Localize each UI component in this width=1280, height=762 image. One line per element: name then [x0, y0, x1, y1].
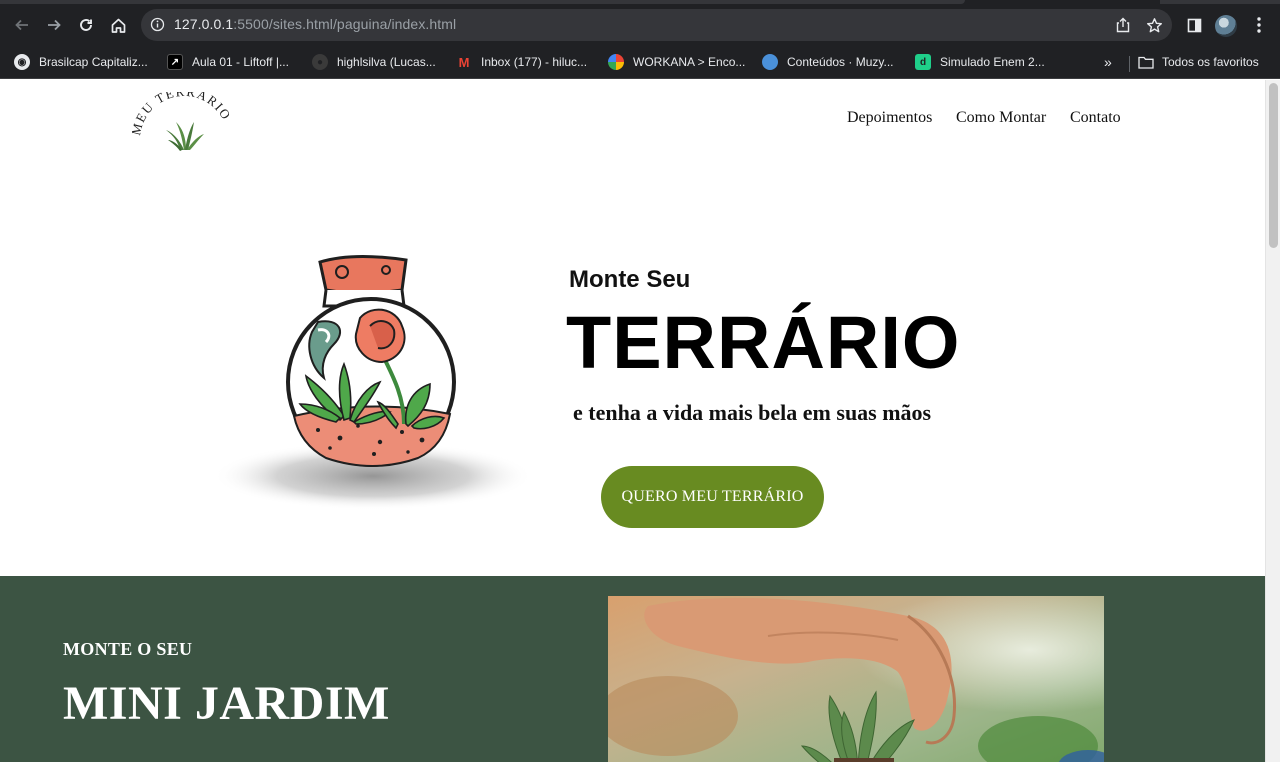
logo-text: MEU TERRÁRIO	[128, 84, 233, 137]
bookmark-label: Aula 01 - Liftoff |...	[192, 55, 289, 69]
bookmarks-divider	[1129, 56, 1130, 72]
back-button[interactable]	[7, 10, 37, 40]
bookmark-item[interactable]: ↗ Aula 01 - Liftoff |...	[167, 52, 289, 72]
url-text[interactable]: 127.0.0.1:5500/sites.html/paguina/index.…	[174, 16, 456, 32]
simulado-icon: d	[915, 54, 931, 70]
bookmarks-bar: ◉ Brasilcap Capitaliz... ↗ Aula 01 - Lif…	[0, 48, 1280, 76]
bookmark-star-icon[interactable]	[1145, 16, 1163, 34]
cta-button[interactable]: QUERO MEU TERRÁRIO	[601, 466, 824, 528]
workana-icon	[608, 54, 624, 70]
bookmark-label: Inbox (177) - hiluc...	[481, 55, 588, 69]
more-bookmarks-chevron-icon[interactable]: »	[1104, 54, 1112, 70]
bookmark-item[interactable]: M Inbox (177) - hiluc...	[456, 52, 587, 72]
profile-avatar[interactable]	[1215, 15, 1237, 37]
back-arrow-icon	[15, 19, 28, 31]
url-path: :5500/sites.html/paguina/index.html	[233, 16, 457, 32]
nav-como-montar[interactable]: Como Montar	[956, 109, 1046, 127]
browser-toolbar: 127.0.0.1:5500/sites.html/paguina/index.…	[0, 6, 1280, 44]
more-vert-icon	[1257, 17, 1261, 33]
home-button[interactable]	[103, 10, 133, 40]
bookmark-label: Todos os favoritos	[1162, 55, 1259, 69]
bookmark-label: WORKANA > Enco...	[633, 55, 746, 69]
nav-contato[interactable]: Contato	[1070, 109, 1121, 127]
plant-logo-icon	[166, 122, 204, 151]
folder-icon	[1138, 54, 1154, 70]
hero-kicker: Monte Seu	[569, 266, 691, 293]
section-title: MINI JARDIM	[63, 677, 390, 730]
globe-icon: ◉	[14, 54, 30, 70]
svg-text:MEU TERRÁRIO: MEU TERRÁRIO	[132, 92, 232, 137]
tab-edge[interactable]	[1160, 0, 1280, 4]
gmail-icon: M	[458, 54, 470, 70]
site-info-icon[interactable]	[150, 17, 165, 37]
nav-depoimentos[interactable]: Depoimentos	[847, 109, 932, 127]
bookmark-item[interactable]: Conteúdos · Muzy...	[762, 52, 894, 72]
browser-menu-button[interactable]	[1244, 10, 1274, 40]
terrarium-illustration	[208, 248, 538, 513]
address-bar[interactable]: 127.0.0.1:5500/sites.html/paguina/index.…	[141, 9, 1172, 41]
side-panel-button[interactable]	[1179, 10, 1209, 40]
hero-subtitle: e tenha a vida mais bela em suas mãos	[573, 400, 932, 425]
forward-arrow-icon	[48, 19, 61, 31]
bookmark-label: Simulado Enem 2...	[940, 55, 1045, 69]
globe-icon	[762, 54, 778, 70]
reload-button[interactable]	[71, 10, 101, 40]
web-page: MEU TERRÁRIO Depoimentos Como Montar Con…	[0, 80, 1265, 762]
bookmark-item[interactable]: d Simulado Enem 2...	[915, 52, 1045, 72]
bookmark-label: highlsilva (Lucas...	[337, 55, 436, 69]
github-icon: ●	[312, 54, 328, 70]
bookmark-label: Brasilcap Capitaliz...	[39, 55, 148, 69]
hand-planting-succulent-photo	[608, 596, 1104, 762]
forward-button[interactable]	[39, 10, 69, 40]
bookmark-label: Conteúdos · Muzy...	[787, 55, 894, 69]
side-panel-icon	[1187, 18, 1201, 32]
browser-chrome: 127.0.0.1:5500/sites.html/paguina/index.…	[0, 0, 1280, 79]
section-kicker: MONTE O SEU	[63, 639, 193, 659]
mini-jardim-section: MONTE O SEU MINI JARDIM	[0, 576, 1265, 762]
bookmark-item[interactable]: ◉ Brasilcap Capitaliz...	[14, 52, 148, 72]
site-logo[interactable]: MEU TERRÁRIO	[128, 84, 233, 154]
tab-strip	[0, 0, 1280, 5]
reload-icon	[80, 19, 92, 31]
scrollbar-thumb[interactable]	[1269, 83, 1278, 248]
bookmark-item[interactable]: ● highlsilva (Lucas...	[312, 52, 436, 72]
share-icon[interactable]	[1114, 16, 1132, 34]
all-bookmarks-folder[interactable]: Todos os favoritos	[1138, 52, 1259, 72]
bookmark-item[interactable]: WORKANA > Enco...	[608, 52, 745, 72]
page-scrollbar[interactable]	[1265, 80, 1280, 762]
liftoff-icon: ↗	[167, 54, 183, 70]
hero-title: TERRÁRIO	[566, 301, 961, 384]
home-icon	[111, 18, 125, 33]
url-host: 127.0.0.1	[174, 16, 234, 32]
active-tab-edge[interactable]	[0, 0, 965, 4]
